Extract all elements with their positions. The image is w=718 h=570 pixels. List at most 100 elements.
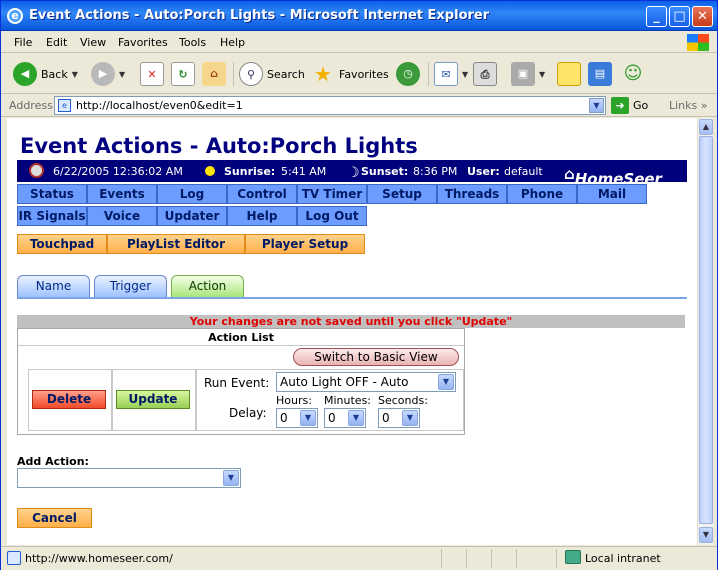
- refresh-button[interactable]: ↻: [171, 61, 195, 87]
- forward-dropdown-icon[interactable]: ▼: [119, 70, 125, 79]
- mail-icon: ✉: [434, 62, 458, 86]
- maximize-button[interactable]: □: [669, 6, 690, 27]
- nav-log-out[interactable]: Log Out: [297, 206, 367, 226]
- address-dropdown-icon[interactable]: ▼: [589, 98, 604, 113]
- tab-name[interactable]: Name: [17, 275, 90, 297]
- nav-playlist-editor[interactable]: PlayList Editor: [107, 234, 245, 254]
- delay-label: Delay:: [229, 406, 267, 420]
- history-icon: ◷: [396, 62, 420, 86]
- nav-updater[interactable]: Updater: [157, 206, 227, 226]
- home-icon: ⌂: [202, 62, 226, 86]
- discuss-button[interactable]: [557, 61, 581, 87]
- stop-icon: ✕: [140, 62, 164, 86]
- nav-status[interactable]: Status: [17, 184, 87, 204]
- seconds-label: Seconds:: [378, 394, 428, 407]
- edit-dropdown-icon[interactable]: ▼: [539, 70, 545, 79]
- delete-button[interactable]: Delete: [32, 390, 106, 409]
- edit-button[interactable]: ▣ ▼: [511, 61, 545, 87]
- address-input[interactable]: e http://localhost/even0&edit=1 ▼: [54, 96, 606, 115]
- nav-mail[interactable]: Mail: [577, 184, 647, 204]
- star-icon: ★: [314, 62, 332, 86]
- nav-phone[interactable]: Phone: [507, 184, 577, 204]
- nav-control[interactable]: Control: [227, 184, 297, 204]
- nav-touchpad[interactable]: Touchpad: [17, 234, 107, 254]
- print-icon: ⎙: [473, 62, 497, 86]
- toolbar: ◀ Back ▼ ▶ ▼ ✕ ↻ ⌂ ⚲ Search ★ Favorites …: [1, 54, 717, 94]
- tab-action[interactable]: Action: [171, 275, 244, 297]
- nav-tv-timer[interactable]: TV Timer: [297, 184, 367, 204]
- sunset-label: Sunset:: [361, 165, 409, 178]
- print-button[interactable]: ⎙: [473, 61, 497, 87]
- menu-view[interactable]: View: [80, 36, 106, 49]
- go-button[interactable]: ➜ Go: [611, 97, 648, 114]
- hours-select[interactable]: 0 ▼: [276, 408, 318, 428]
- clock-icon: [29, 163, 44, 178]
- search-button[interactable]: ⚲ Search: [239, 61, 305, 87]
- go-label: Go: [633, 99, 649, 112]
- menu-favorites[interactable]: Favorites: [118, 36, 168, 49]
- favorites-label: Favorites: [339, 67, 389, 81]
- search-label: Search: [267, 67, 305, 81]
- menu-edit[interactable]: Edit: [46, 36, 67, 49]
- hours-value: 0: [280, 411, 288, 425]
- close-button[interactable]: ✕: [692, 6, 713, 27]
- research-button[interactable]: ▤: [588, 61, 612, 87]
- menu-tools[interactable]: Tools: [179, 36, 206, 49]
- status-divider: [441, 549, 442, 568]
- favorites-button[interactable]: ★ Favorites: [311, 61, 389, 87]
- scroll-down-icon[interactable]: ▼: [699, 527, 713, 543]
- nav-player-setup[interactable]: Player Setup: [245, 234, 365, 254]
- tab-trigger[interactable]: Trigger: [94, 275, 167, 297]
- scroll-up-icon[interactable]: ▲: [699, 119, 713, 135]
- history-button[interactable]: ◷: [396, 61, 420, 87]
- nav-events[interactable]: Events: [87, 184, 157, 204]
- mail-dropdown-icon[interactable]: ▼: [462, 70, 468, 79]
- menu-file[interactable]: File: [14, 36, 32, 49]
- tab-underline: [17, 297, 687, 299]
- minutes-value: 0: [328, 411, 336, 425]
- vertical-scrollbar[interactable]: ▲ ▼: [697, 118, 713, 545]
- links-button[interactable]: Links »: [669, 99, 708, 112]
- sunrise-time: 5:41 AM: [281, 165, 327, 178]
- ie-logo-icon: e: [7, 8, 23, 24]
- home-button[interactable]: ⌂: [202, 61, 226, 87]
- page-icon: e: [58, 99, 71, 112]
- cancel-button[interactable]: Cancel: [17, 508, 92, 528]
- page-viewport: Event Actions - Auto:Porch Lights 6/22/2…: [7, 118, 697, 545]
- nav-threads[interactable]: Threads: [437, 184, 507, 204]
- menu-help[interactable]: Help: [220, 36, 245, 49]
- go-arrow-icon: ➜: [611, 97, 629, 114]
- toolbar-separator: [233, 62, 234, 86]
- nav-ir-signals[interactable]: IR Signals: [17, 206, 87, 226]
- delete-cell: Delete: [28, 369, 112, 431]
- status-bar: http://www.homeseer.com/ Local intranet: [1, 546, 717, 570]
- back-dropdown-icon[interactable]: ▼: [72, 70, 78, 79]
- back-arrow-icon: ◀: [13, 62, 37, 86]
- status-divider: [556, 549, 557, 568]
- messenger-icon: ☺: [623, 63, 643, 84]
- update-button[interactable]: Update: [116, 390, 190, 409]
- back-button[interactable]: ◀ Back ▼: [13, 61, 78, 87]
- chevron-down-icon: ▼: [348, 410, 364, 426]
- run-event-select[interactable]: Auto Light OFF - Auto ▼: [276, 372, 456, 392]
- chevron-down-icon: ▼: [223, 470, 239, 486]
- forward-arrow-icon: ▶: [91, 62, 115, 86]
- seconds-select[interactable]: 0 ▼: [378, 408, 420, 428]
- stop-button[interactable]: ✕: [140, 61, 164, 87]
- nav-voice[interactable]: Voice: [87, 206, 157, 226]
- nav-help[interactable]: Help: [227, 206, 297, 226]
- status-divider: [491, 549, 492, 568]
- add-action-select[interactable]: ▼: [17, 468, 241, 488]
- mail-button[interactable]: ✉ ▼: [434, 61, 468, 87]
- nav-setup[interactable]: Setup: [367, 184, 437, 204]
- minimize-button[interactable]: _: [646, 6, 667, 27]
- forward-button[interactable]: ▶ ▼: [91, 61, 125, 87]
- sun-icon: [205, 166, 215, 176]
- switch-basic-view-button[interactable]: Switch to Basic View: [293, 348, 459, 366]
- nav-log[interactable]: Log: [157, 184, 227, 204]
- minutes-select[interactable]: 0 ▼: [324, 408, 366, 428]
- messenger-button[interactable]: ☺: [621, 61, 645, 87]
- user-name: default: [504, 165, 543, 178]
- scroll-thumb[interactable]: [699, 136, 713, 524]
- run-event-value: Auto Light OFF - Auto: [280, 375, 409, 389]
